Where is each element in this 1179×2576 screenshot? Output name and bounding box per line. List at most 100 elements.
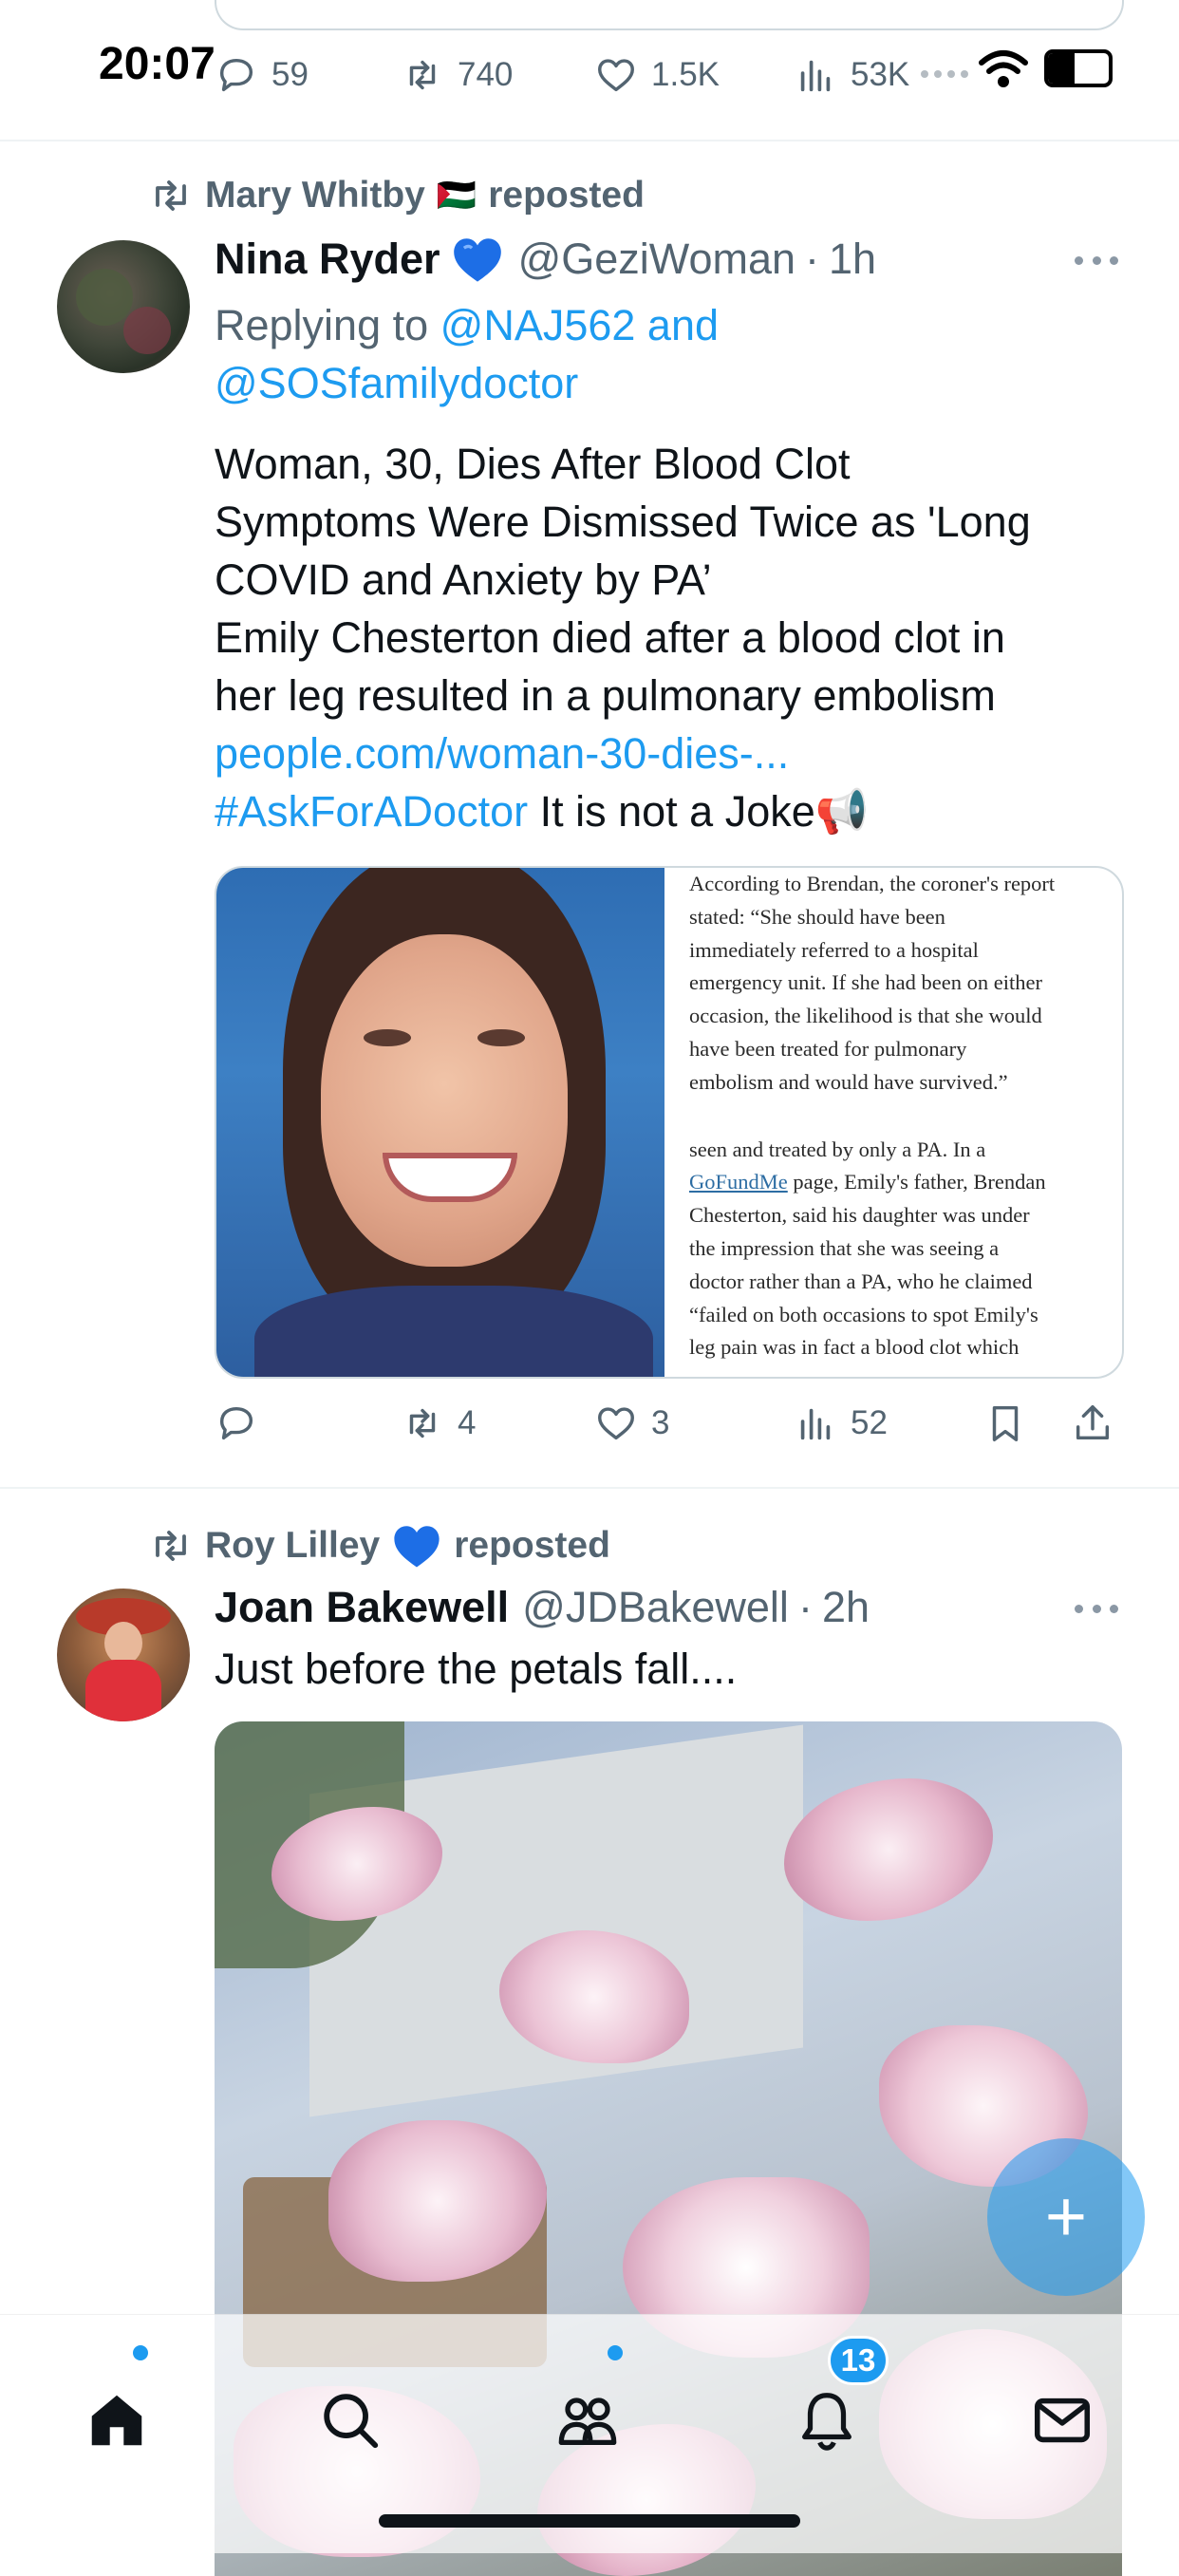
article-line: emergency unit. If she had been on eithe… xyxy=(689,970,1042,995)
repost-label: reposted xyxy=(488,175,645,216)
tweet-header: Nina Ryder @GeziWoman · 1h xyxy=(215,231,876,288)
views-button[interactable]: 53K xyxy=(794,53,909,97)
article-line: immediately referred to a hospital xyxy=(689,937,979,962)
messages-icon[interactable] xyxy=(1029,2387,1095,2454)
tweet-link[interactable]: people.com/woman-30-dies-... xyxy=(215,724,1145,782)
prev-tweet-actions: 59 740 1.5K 53K xyxy=(215,53,1120,101)
article-line: “failed on both occasions to spot Emily'… xyxy=(689,1302,1039,1326)
repost-icon xyxy=(409,60,436,90)
reply-button[interactable] xyxy=(215,1401,271,1445)
article-line: doctor rather than a PA, who he claimed xyxy=(689,1269,1033,1293)
article-line: page, Emily's father, Brendan xyxy=(787,1170,1046,1194)
plus-icon: + xyxy=(1044,2176,1088,2257)
reply-button[interactable]: 59 xyxy=(215,53,309,97)
like-button[interactable]: 1.5K xyxy=(594,53,720,97)
avatar[interactable] xyxy=(57,1589,190,1721)
replying-to: Replying to @NAJ562 and @SOSfamilydoctor xyxy=(215,296,1126,412)
tweet-trailing-text: It is not a Joke xyxy=(528,787,815,836)
more-options-icon[interactable] xyxy=(1075,256,1118,268)
tweet-line: Symptoms Were Dismissed Twice as 'Long xyxy=(215,498,1031,546)
blue-heart-icon xyxy=(453,238,501,282)
search-icon[interactable] xyxy=(317,2387,384,2454)
status-time: 20:07 xyxy=(99,39,215,89)
views-count: 52 xyxy=(851,1404,888,1441)
divider xyxy=(0,1487,1179,1489)
tweet-text: Woman, 30, Dies After Blood Clot Symptom… xyxy=(215,435,1145,840)
tweet-actions: 4 3 52 xyxy=(215,1401,1120,1449)
divider xyxy=(0,140,1179,141)
views-icon xyxy=(800,1408,831,1440)
like-button[interactable]: 3 xyxy=(594,1401,669,1445)
repost-icon xyxy=(409,1408,436,1438)
author-name[interactable]: Nina Ryder xyxy=(215,235,440,284)
repost-header: Mary Whitby 🇵🇸 reposted xyxy=(148,175,645,216)
article-line: occasion, the likelihood is that she wou… xyxy=(689,1004,1042,1028)
article-line: embolism and would have survived.” xyxy=(689,1069,1008,1094)
views-icon xyxy=(800,60,831,92)
article-screenshot: According to Brendan, the coroner's repo… xyxy=(689,868,1116,1364)
repost-button[interactable]: 4 xyxy=(401,1401,476,1445)
tweet-line: COVID and Anxiety by PA’ xyxy=(215,555,712,604)
prev-tweet-card-edge xyxy=(215,0,1124,30)
repost-label: reposted xyxy=(454,1525,610,1566)
reply-mention-1[interactable]: @NAJ562 and xyxy=(440,301,719,349)
compose-button[interactable]: + xyxy=(987,2138,1145,2296)
article-line: seen and treated by only a PA. In a xyxy=(689,1137,986,1161)
tweet-time[interactable]: 1h xyxy=(829,235,876,284)
home-icon[interactable] xyxy=(84,2387,150,2454)
home-unread-dot xyxy=(133,2345,148,2360)
communities-icon[interactable] xyxy=(554,2387,621,2454)
repost-button[interactable]: 740 xyxy=(401,53,513,97)
heart-icon xyxy=(598,59,634,92)
flag-emoji: 🇵🇸 xyxy=(436,178,477,214)
repost-user[interactable]: Mary Whitby xyxy=(205,175,425,216)
repost-icon xyxy=(156,1531,186,1561)
notifications-badge: 13 xyxy=(828,2336,889,2385)
views-button[interactable]: 52 xyxy=(794,1401,888,1445)
article-line: leg pain was in fact a blood clot which xyxy=(689,1335,1020,1360)
tab-bar: 13 xyxy=(0,2314,1179,2553)
tweet-line: Woman, 30, Dies After Blood Clot xyxy=(215,440,851,488)
author-name[interactable]: Joan Bakewell xyxy=(215,1583,509,1632)
tweet-line: her leg resulted in a pulmonary embolism xyxy=(215,671,996,720)
article-line: stated: “She should have been xyxy=(689,904,945,929)
heart-icon xyxy=(598,1407,634,1440)
author-handle[interactable]: @GeziWoman xyxy=(518,235,795,284)
repost-count: 740 xyxy=(458,56,514,93)
repost-icon xyxy=(156,180,186,211)
bell-icon[interactable] xyxy=(794,2387,860,2454)
reply-mention-2[interactable]: @SOSfamilydoctor xyxy=(215,359,578,407)
repost-header: Roy Lilley reposted xyxy=(148,1522,610,1570)
article-link: GoFundMe xyxy=(689,1170,788,1194)
media-card[interactable]: According to Brendan, the coroner's repo… xyxy=(215,866,1124,1379)
reply-count: 59 xyxy=(271,56,309,93)
repost-count: 4 xyxy=(458,1404,477,1441)
share-button[interactable] xyxy=(1071,1401,1114,1445)
hashtag[interactable]: #AskForADoctor xyxy=(215,787,528,836)
blue-heart-icon xyxy=(394,1526,440,1568)
reply-icon xyxy=(219,1406,253,1440)
article-line: Chesterton, said his daughter was under xyxy=(689,1203,1030,1228)
bookmark-icon xyxy=(992,1405,1019,1441)
dot-separator: · xyxy=(805,235,820,283)
article-line: According to Brendan, the coroner's repo… xyxy=(689,872,1056,895)
tweet-header: Joan Bakewell @JDBakewell · 2h xyxy=(215,1579,870,1636)
avatar[interactable] xyxy=(57,240,190,373)
share-icon xyxy=(1076,1405,1110,1440)
article-line: the impression that she was seeing a xyxy=(689,1235,1000,1260)
author-handle[interactable]: @JDBakewell xyxy=(522,1583,789,1632)
photo-woman[interactable] xyxy=(216,868,664,1377)
replying-prefix: Replying to xyxy=(215,301,429,349)
reply-icon xyxy=(219,58,253,92)
more-options-icon[interactable] xyxy=(1075,1605,1118,1616)
article-line: have been treated for pulmonary xyxy=(689,1036,967,1061)
tweet-time[interactable]: 2h xyxy=(822,1583,870,1632)
views-count: 53K xyxy=(851,56,910,93)
bookmark-button[interactable] xyxy=(983,1401,1027,1445)
communities-unread-dot xyxy=(608,2345,623,2360)
tweet-line: Emily Chesterton died after a blood clot… xyxy=(215,613,1005,662)
tweet-text: Just before the petals fall.... xyxy=(215,1645,738,1693)
repost-user[interactable]: Roy Lilley xyxy=(205,1525,380,1567)
dot-separator: · xyxy=(797,1583,813,1631)
like-count: 1.5K xyxy=(651,56,720,93)
